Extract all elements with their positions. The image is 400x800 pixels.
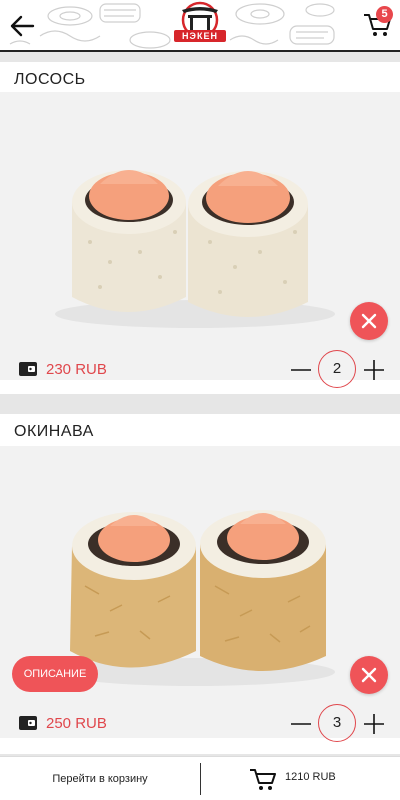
minus-icon[interactable] — [290, 710, 312, 738]
description-button[interactable]: ОПИСАНИЕ — [12, 656, 98, 692]
close-icon — [361, 667, 377, 683]
cart-item-card: ОКИНАВА ОПИСАНИЕ 250 RUB 3 — [0, 414, 400, 754]
cart-total-value: 1210 RUB — [285, 771, 336, 783]
sushi-roll-image — [55, 510, 335, 686]
cart-icon — [250, 769, 276, 790]
app-header: НЭКЕН 5 — [0, 0, 400, 52]
go-to-cart-button[interactable]: Перейти в корзину — [0, 757, 200, 800]
price-row: 230 RUB 2 — [0, 348, 400, 392]
product-title: ЛОСОСЬ — [14, 71, 86, 88]
remove-item-button[interactable] — [350, 302, 388, 340]
logo-text: НЭКЕН — [174, 30, 226, 42]
remove-item-button[interactable] — [350, 656, 388, 694]
back-arrow-icon — [10, 15, 35, 37]
back-button[interactable] — [6, 10, 38, 42]
minus-icon[interactable] — [290, 356, 312, 384]
cart-count-badge: 5 — [376, 6, 393, 23]
bottom-bar: Перейти в корзину 1210 RUB — [0, 756, 400, 800]
product-price: 250 RUB — [46, 715, 107, 732]
cart-screen: НЭКЕН 5 ЛОСОСЬ 230 RUB 2 ОКИНАВА ОПИСАНИ… — [0, 0, 400, 800]
price-row: 250 RUB 3 — [0, 702, 400, 746]
product-photo[interactable] — [0, 92, 400, 380]
plus-icon[interactable] — [362, 356, 386, 384]
product-photo[interactable] — [0, 446, 400, 738]
cart-item-card: ЛОСОСЬ 230 RUB 2 — [0, 62, 400, 394]
cart-total-button[interactable]: 1210 RUB — [201, 757, 400, 800]
close-icon — [361, 313, 377, 329]
sushi-roll-image — [55, 170, 335, 328]
wallet-icon — [19, 716, 37, 730]
wallet-icon — [19, 362, 37, 376]
product-price: 230 RUB — [46, 361, 107, 378]
quantity-value: 3 — [318, 704, 356, 742]
plus-icon[interactable] — [362, 710, 386, 738]
quantity-value: 2 — [318, 350, 356, 388]
product-title: ОКИНАВА — [14, 423, 94, 440]
